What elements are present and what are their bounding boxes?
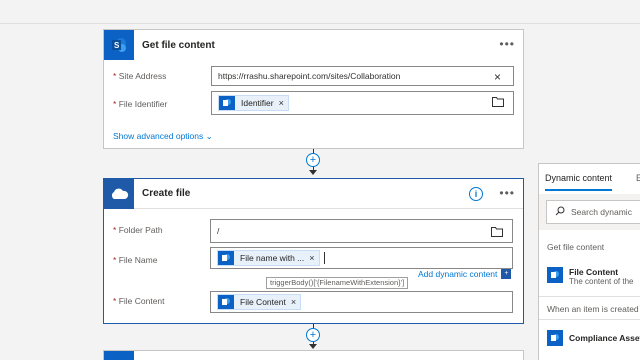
file-content-token[interactable]: File Content × bbox=[217, 294, 302, 310]
file-name-row: * File Name File name with ... × bbox=[104, 247, 523, 269]
file-identifier-label: * File Identifier bbox=[113, 99, 168, 109]
file-content-row: * File Content File Content × bbox=[104, 291, 523, 313]
token-text: File Content bbox=[240, 297, 286, 307]
dynamic-item-file-content[interactable]: File Content The content of the bbox=[547, 267, 634, 286]
dynamic-content-panel: Dynamic content E Search dynamic Get fil… bbox=[538, 163, 640, 360]
remove-token-icon[interactable]: × bbox=[279, 98, 284, 108]
sharepoint-icon bbox=[547, 330, 563, 346]
create-file-card: Create file i ••• * Folder Path / * File… bbox=[103, 178, 524, 324]
card-header[interactable]: Create file i ••• bbox=[104, 178, 523, 209]
dynamic-item-compliance-asset[interactable]: Compliance Asset bbox=[547, 330, 640, 346]
text-cursor bbox=[323, 252, 325, 264]
section-title: Get file content bbox=[547, 242, 605, 252]
info-icon[interactable]: i bbox=[469, 187, 483, 201]
file-content-label: * File Content bbox=[113, 296, 165, 306]
remove-token-icon[interactable]: × bbox=[291, 297, 296, 307]
card-header[interactable]: S Get file content ••• bbox=[104, 30, 523, 60]
clear-icon[interactable]: × bbox=[494, 70, 501, 84]
identifier-token[interactable]: Identifier × bbox=[218, 95, 289, 111]
folder-path-label: * Folder Path bbox=[113, 225, 163, 235]
token-text: File name with ... bbox=[240, 253, 305, 263]
site-address-value: https://rrashu.sharepoint.com/sites/Coll… bbox=[218, 71, 401, 81]
item-description: The content of the bbox=[569, 277, 634, 286]
top-bar bbox=[0, 0, 640, 24]
file-name-label: * File Name bbox=[113, 255, 158, 265]
next-step-card[interactable] bbox=[103, 350, 524, 360]
file-name-token[interactable]: File name with ... × bbox=[217, 250, 320, 266]
get-file-content-card: S Get file content ••• * Site Address ht… bbox=[103, 29, 524, 149]
onedrive-icon bbox=[104, 178, 134, 209]
divider bbox=[539, 319, 640, 320]
site-address-row: * Site Address https://rrashu.sharepoint… bbox=[104, 66, 523, 86]
insert-step-button[interactable]: + bbox=[306, 328, 320, 342]
search-icon bbox=[555, 206, 565, 218]
insert-step-button[interactable]: + bbox=[306, 153, 320, 167]
folder-path-row: * Folder Path / bbox=[104, 219, 523, 243]
dynamic-content-search[interactable]: Search dynamic bbox=[546, 200, 640, 224]
folder-icon[interactable] bbox=[491, 226, 503, 239]
folder-path-input[interactable]: / bbox=[210, 219, 513, 243]
divider bbox=[539, 296, 640, 297]
down-arrow-icon bbox=[309, 344, 317, 349]
panel-tabs: Dynamic content E bbox=[539, 164, 640, 194]
more-options-icon[interactable]: ••• bbox=[499, 187, 515, 199]
file-identifier-input[interactable]: Identifier × bbox=[211, 91, 514, 115]
down-arrow-icon bbox=[309, 170, 317, 175]
folder-path-value: / bbox=[217, 226, 220, 236]
tab-expression[interactable]: E bbox=[636, 173, 640, 183]
show-advanced-options-link[interactable]: Show advanced options ⌄ bbox=[113, 131, 213, 142]
token-text: Identifier bbox=[241, 98, 274, 108]
site-address-label: * Site Address bbox=[113, 71, 167, 81]
search-area: Search dynamic bbox=[539, 194, 640, 230]
card-title: Get file content bbox=[142, 39, 215, 51]
sharepoint-token-icon bbox=[218, 295, 234, 309]
file-name-input[interactable]: File name with ... × bbox=[210, 247, 513, 269]
tab-dynamic-content[interactable]: Dynamic content bbox=[545, 173, 613, 191]
chevron-down-icon: ⌄ bbox=[205, 131, 213, 141]
card-title: Create file bbox=[142, 188, 191, 199]
next-step-icon bbox=[104, 351, 134, 360]
add-dynamic-content-label: Add dynamic content bbox=[418, 269, 498, 279]
item-title: File Content bbox=[569, 267, 619, 277]
sharepoint-icon: S bbox=[104, 30, 134, 60]
section-title: When an item is created bbox=[547, 304, 639, 314]
file-content-input[interactable]: File Content × bbox=[210, 291, 513, 313]
sharepoint-token-icon bbox=[218, 251, 234, 265]
add-dynamic-content-link[interactable]: Add dynamic content + bbox=[418, 269, 512, 279]
sharepoint-icon bbox=[547, 267, 563, 283]
remove-token-icon[interactable]: × bbox=[309, 253, 314, 263]
expression-tooltip: triggerBody()['{FilenameWithExtension}'] bbox=[266, 277, 409, 289]
file-identifier-row: * File Identifier Identifier × bbox=[104, 91, 523, 115]
folder-icon[interactable] bbox=[492, 96, 504, 109]
sharepoint-token-icon bbox=[219, 96, 235, 110]
search-placeholder: Search dynamic bbox=[571, 207, 632, 217]
more-options-icon[interactable]: ••• bbox=[499, 38, 515, 50]
add-dynamic-content-icon: + bbox=[501, 269, 512, 279]
svg-text:S: S bbox=[114, 41, 120, 50]
site-address-input[interactable]: https://rrashu.sharepoint.com/sites/Coll… bbox=[211, 66, 514, 86]
item-title: Compliance Asset bbox=[569, 333, 640, 343]
